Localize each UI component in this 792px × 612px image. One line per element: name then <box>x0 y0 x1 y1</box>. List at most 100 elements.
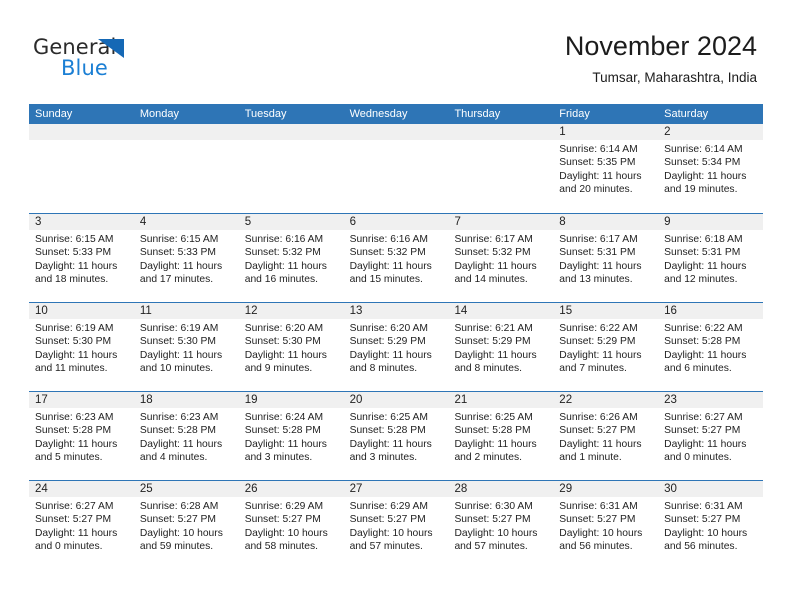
day-info: Sunrise: 6:31 AM Sunset: 5:27 PM Dayligh… <box>658 497 763 554</box>
day-cell[interactable] <box>133 124 239 213</box>
title-block: November 2024 Tumsar, Maharashtra, India <box>565 30 757 86</box>
day-cell[interactable]: 14 Sunrise: 6:21 AM Sunset: 5:29 PM Dayl… <box>448 303 554 391</box>
day-number <box>133 124 239 140</box>
sunset-text: Sunset: 5:32 PM <box>244 247 321 259</box>
day-info: Sunrise: 6:19 AM Sunset: 5:30 PM Dayligh… <box>134 319 239 376</box>
day-number <box>29 124 134 140</box>
day-cell[interactable]: 7 Sunrise: 6:17 AM Sunset: 5:32 PM Dayli… <box>448 214 554 302</box>
sunset-text: Sunset: 5:28 PM <box>349 425 426 437</box>
day-cell[interactable]: 27 Sunrise: 6:29 AM Sunset: 5:27 PM Dayl… <box>343 481 449 569</box>
day-info: Sunrise: 6:17 AM Sunset: 5:32 PM Dayligh… <box>448 230 553 287</box>
day-cell[interactable]: 23 Sunrise: 6:27 AM Sunset: 5:27 PM Dayl… <box>658 392 764 480</box>
daylight-text: Daylight: 11 hours and 14 minutes. <box>454 260 537 286</box>
sunrise-text: Sunrise: 6:20 AM <box>349 323 428 334</box>
day-number: 18 <box>133 392 239 408</box>
week-row: 17 Sunrise: 6:23 AM Sunset: 5:28 PM Dayl… <box>29 391 764 480</box>
day-cell[interactable]: 30 Sunrise: 6:31 AM Sunset: 5:27 PM Dayl… <box>658 481 764 569</box>
day-cell[interactable]: 13 Sunrise: 6:20 AM Sunset: 5:29 PM Dayl… <box>343 303 449 391</box>
sunrise-text: Sunrise: 6:15 AM <box>35 234 114 245</box>
day-cell[interactable]: 6 Sunrise: 6:16 AM Sunset: 5:32 PM Dayli… <box>343 214 449 302</box>
page-subtitle: Tumsar, Maharashtra, India <box>592 70 757 85</box>
day-number: 20 <box>343 392 449 408</box>
sunrise-text: Sunrise: 6:27 AM <box>664 412 743 423</box>
day-cell[interactable] <box>448 124 554 213</box>
day-cell[interactable]: 22 Sunrise: 6:26 AM Sunset: 5:27 PM Dayl… <box>553 392 659 480</box>
day-cell[interactable]: 21 Sunrise: 6:25 AM Sunset: 5:28 PM Dayl… <box>448 392 554 480</box>
day-number: 6 <box>343 214 449 230</box>
day-cell[interactable]: 4 Sunrise: 6:15 AM Sunset: 5:33 PM Dayli… <box>133 214 239 302</box>
sunrise-text: Sunrise: 6:23 AM <box>139 412 219 423</box>
day-info: Sunrise: 6:29 AM Sunset: 5:27 PM Dayligh… <box>239 497 344 554</box>
day-cell[interactable]: 18 Sunrise: 6:23 AM Sunset: 5:28 PM Dayl… <box>133 392 239 480</box>
daylight-text: Daylight: 11 hours and 0 minutes. <box>664 438 747 464</box>
day-cell[interactable]: 26 Sunrise: 6:29 AM Sunset: 5:27 PM Dayl… <box>238 481 344 569</box>
sunrise-text: Sunrise: 6:22 AM <box>559 323 638 334</box>
day-number: 15 <box>553 303 659 319</box>
day-cell[interactable]: 3 Sunrise: 6:15 AM Sunset: 5:33 PM Dayli… <box>29 214 134 302</box>
week-row: 10 Sunrise: 6:19 AM Sunset: 5:30 PM Dayl… <box>29 302 764 391</box>
sunset-text: Sunset: 5:33 PM <box>139 247 216 259</box>
day-cell[interactable] <box>343 124 449 213</box>
day-cell[interactable]: 10 Sunrise: 6:19 AM Sunset: 5:30 PM Dayl… <box>29 303 134 391</box>
day-cell[interactable]: 15 Sunrise: 6:22 AM Sunset: 5:29 PM Dayl… <box>553 303 659 391</box>
day-info: Sunrise: 6:20 AM Sunset: 5:29 PM Dayligh… <box>344 319 449 376</box>
weekday-header-wednesday: Wednesday <box>349 108 408 120</box>
day-cell[interactable]: 19 Sunrise: 6:24 AM Sunset: 5:28 PM Dayl… <box>238 392 344 480</box>
sunset-text: Sunset: 5:29 PM <box>454 336 531 348</box>
sunrise-text: Sunrise: 6:31 AM <box>559 501 638 512</box>
daylight-text: Daylight: 11 hours and 17 minutes. <box>139 260 223 286</box>
daylight-text: Daylight: 11 hours and 15 minutes. <box>349 260 432 286</box>
day-cell[interactable]: 28 Sunrise: 6:30 AM Sunset: 5:27 PM Dayl… <box>448 481 554 569</box>
daylight-text: Daylight: 11 hours and 16 minutes. <box>244 260 327 286</box>
day-number: 30 <box>658 481 764 497</box>
daylight-text: Daylight: 11 hours and 3 minutes. <box>349 438 432 464</box>
sunset-text: Sunset: 5:27 PM <box>244 514 321 526</box>
day-cell[interactable] <box>29 124 134 213</box>
day-cell[interactable]: 20 Sunrise: 6:25 AM Sunset: 5:28 PM Dayl… <box>343 392 449 480</box>
sunset-text: Sunset: 5:27 PM <box>664 425 741 437</box>
week-row: 3 Sunrise: 6:15 AM Sunset: 5:33 PM Dayli… <box>29 213 764 302</box>
daylight-text: Daylight: 11 hours and 4 minutes. <box>139 438 223 464</box>
day-cell[interactable]: 1 Sunrise: 6:14 AM Sunset: 5:35 PM Dayli… <box>553 124 659 213</box>
sunset-text: Sunset: 5:31 PM <box>559 247 636 259</box>
day-info: Sunrise: 6:20 AM Sunset: 5:30 PM Dayligh… <box>239 319 344 376</box>
day-number: 9 <box>658 214 764 230</box>
day-number: 23 <box>658 392 764 408</box>
day-number: 17 <box>29 392 134 408</box>
day-cell[interactable]: 24 Sunrise: 6:27 AM Sunset: 5:27 PM Dayl… <box>29 481 134 569</box>
day-number <box>238 124 344 140</box>
general-blue-logo[interactable]: General Blue <box>33 36 163 84</box>
daylight-text: Daylight: 11 hours and 10 minutes. <box>139 349 223 375</box>
day-cell[interactable]: 9 Sunrise: 6:18 AM Sunset: 5:31 PM Dayli… <box>658 214 764 302</box>
day-number: 11 <box>133 303 239 319</box>
sunrise-text: Sunrise: 6:19 AM <box>139 323 219 334</box>
sunset-text: Sunset: 5:29 PM <box>559 336 636 348</box>
day-info: Sunrise: 6:15 AM Sunset: 5:33 PM Dayligh… <box>134 230 239 287</box>
sunrise-text: Sunrise: 6:27 AM <box>35 501 114 512</box>
sunrise-text: Sunrise: 6:17 AM <box>559 234 638 245</box>
sunrise-text: Sunrise: 6:26 AM <box>559 412 638 423</box>
day-cell[interactable]: 29 Sunrise: 6:31 AM Sunset: 5:27 PM Dayl… <box>553 481 659 569</box>
daylight-text: Daylight: 11 hours and 13 minutes. <box>559 260 642 286</box>
sunrise-text: Sunrise: 6:14 AM <box>559 144 638 155</box>
day-cell[interactable]: 12 Sunrise: 6:20 AM Sunset: 5:30 PM Dayl… <box>238 303 344 391</box>
day-cell[interactable]: 5 Sunrise: 6:16 AM Sunset: 5:32 PM Dayli… <box>238 214 344 302</box>
day-cell[interactable]: 17 Sunrise: 6:23 AM Sunset: 5:28 PM Dayl… <box>29 392 134 480</box>
calendar-grid: Sunday Monday Tuesday Wednesday Thursday… <box>29 104 764 569</box>
daylight-text: Daylight: 10 hours and 56 minutes. <box>664 527 748 553</box>
day-cell[interactable] <box>238 124 344 213</box>
day-number: 1 <box>553 124 659 140</box>
day-cell[interactable]: 25 Sunrise: 6:28 AM Sunset: 5:27 PM Dayl… <box>133 481 239 569</box>
day-cell[interactable]: 8 Sunrise: 6:17 AM Sunset: 5:31 PM Dayli… <box>553 214 659 302</box>
sunrise-text: Sunrise: 6:25 AM <box>349 412 428 423</box>
daylight-text: Daylight: 11 hours and 8 minutes. <box>454 349 537 375</box>
daylight-text: Daylight: 11 hours and 0 minutes. <box>35 527 118 553</box>
day-cell[interactable]: 2 Sunrise: 6:14 AM Sunset: 5:34 PM Dayli… <box>658 124 764 213</box>
day-info: Sunrise: 6:24 AM Sunset: 5:28 PM Dayligh… <box>239 408 344 465</box>
sunset-text: Sunset: 5:32 PM <box>349 247 426 259</box>
daylight-text: Daylight: 11 hours and 2 minutes. <box>454 438 537 464</box>
day-info: Sunrise: 6:22 AM Sunset: 5:29 PM Dayligh… <box>553 319 658 376</box>
day-cell[interactable]: 11 Sunrise: 6:19 AM Sunset: 5:30 PM Dayl… <box>133 303 239 391</box>
day-cell[interactable]: 16 Sunrise: 6:22 AM Sunset: 5:28 PM Dayl… <box>658 303 764 391</box>
page-header: General Blue November 2024 Tumsar, Mahar… <box>0 0 792 104</box>
